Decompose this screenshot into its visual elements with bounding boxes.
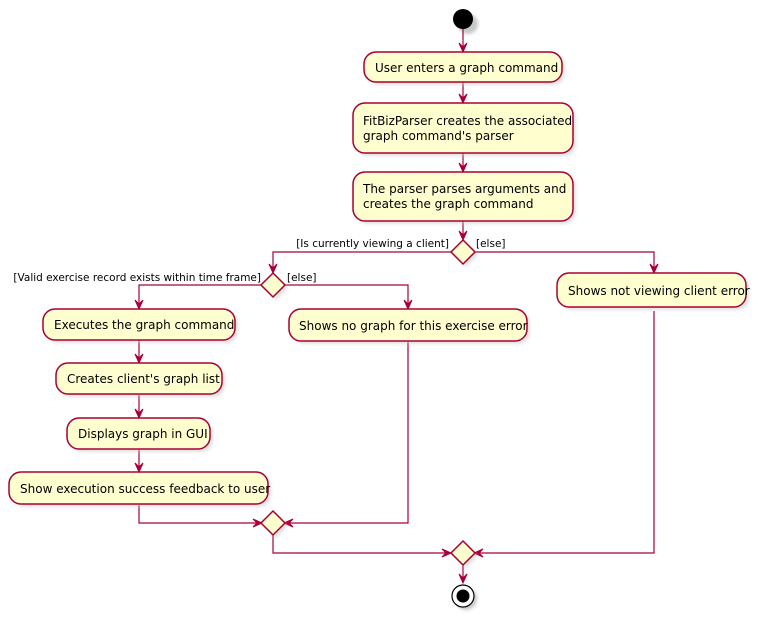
svg-text:creates the graph command: creates the graph command [363, 197, 534, 211]
end-node [451, 584, 477, 610]
svg-text:Displays graph in GUI: Displays graph in GUI [78, 427, 208, 441]
activity-execute-command: Executes the graph command [42, 308, 238, 343]
activity-display-graph: Displays graph in GUI [66, 417, 213, 452]
svg-text:Shows no graph for this exerci: Shows no graph for this exercise error [299, 319, 528, 333]
activity-no-graph-error: Shows no graph for this exercise error [288, 308, 530, 344]
decision-record-exists [259, 271, 288, 300]
svg-text:Executes the graph command: Executes the graph command [54, 318, 234, 332]
activity-diagram: [Is currently viewing a client] [else] [… [8, 9, 750, 610]
svg-text:Creates client's graph list: Creates client's graph list [67, 372, 220, 386]
guard-viewing-client: [Is currently viewing a client] [296, 238, 449, 250]
merge-inner [259, 509, 288, 538]
start-node [453, 9, 478, 34]
svg-text:The parser parses arguments an: The parser parses arguments and [362, 182, 566, 196]
activity-success-feedback: Show execution success feedback to user [8, 471, 271, 507]
guard-record-else: [else] [287, 272, 317, 284]
svg-text:User enters a graph command: User enters a graph command [375, 61, 558, 75]
activity-create-parser: FitBizParser creates the associated grap… [352, 102, 576, 156]
decision-viewing-client [449, 238, 478, 267]
svg-text:FitBizParser creates the assoc: FitBizParser creates the associated [363, 114, 572, 128]
svg-text:Shows not viewing client error: Shows not viewing client error [568, 284, 750, 298]
guard-viewing-else: [else] [476, 238, 506, 250]
activity-not-viewing-error: Shows not viewing client error [556, 272, 750, 310]
guard-record-exists: [Valid exercise record exists within tim… [13, 272, 261, 284]
svg-text:graph command's parser: graph command's parser [363, 129, 514, 143]
svg-text:Show execution success feedbac: Show execution success feedback to user [20, 482, 270, 496]
activity-create-graph-list: Creates client's graph list [55, 362, 225, 397]
merge-outer [449, 539, 478, 568]
activity-parse-arguments: The parser parses arguments and creates … [352, 171, 576, 224]
activity-enter-command: User enters a graph command [363, 51, 565, 85]
